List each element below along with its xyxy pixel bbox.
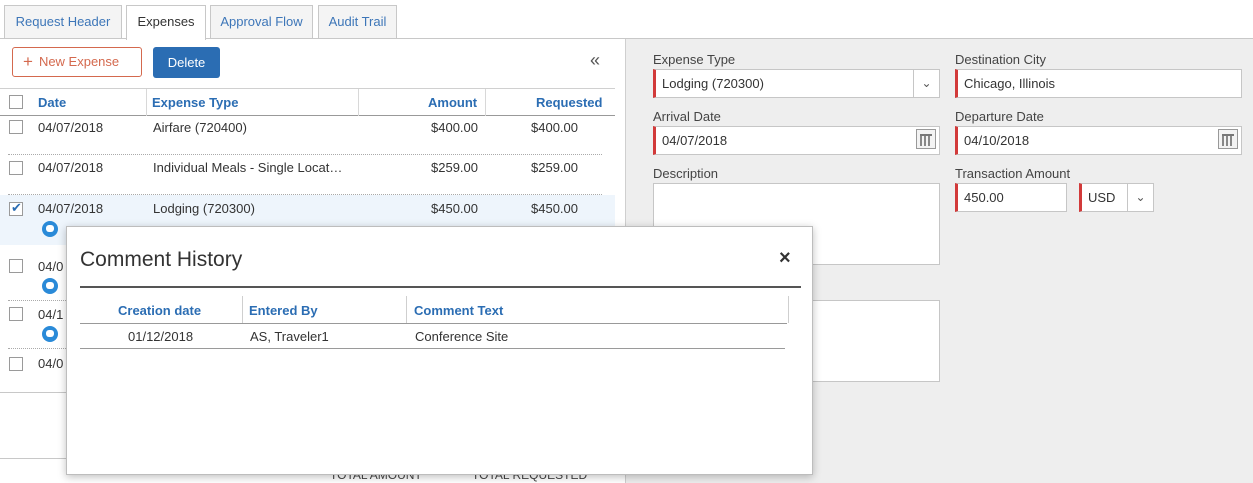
expense-type-label: Expense Type: [653, 52, 736, 67]
row-checkbox[interactable]: [9, 259, 23, 273]
expense-grid-header: Date Expense Type Amount Requested: [0, 88, 615, 116]
destination-city-label: Destination City: [955, 52, 1047, 67]
row-date: 04/07/2018: [38, 201, 104, 216]
column-divider: [485, 89, 486, 116]
comment-text: Conference Site: [415, 329, 509, 344]
column-divider: [242, 296, 243, 323]
expense-type-value: Lodging (720300): [662, 76, 764, 91]
tab-request-header[interactable]: Request Header: [4, 5, 122, 39]
row-date: 04/1: [38, 307, 64, 322]
tab-audit-trail[interactable]: Audit Trail: [318, 5, 397, 39]
comment-entered-by: AS, Traveler1: [250, 329, 329, 344]
row-amount: $259.00: [431, 160, 478, 175]
comment-icon[interactable]: [42, 278, 58, 294]
tab-bar: Request Header Expenses Approval Flow Au…: [0, 0, 1253, 40]
column-divider: [358, 89, 359, 116]
column-divider: [406, 296, 407, 323]
chevron-down-icon[interactable]: ⌄: [1127, 184, 1153, 211]
row-date: 04/07/2018: [38, 160, 104, 175]
chevron-down-icon[interactable]: ⌄: [913, 70, 939, 97]
delete-button[interactable]: Delete: [153, 47, 220, 78]
currency-value: USD: [1088, 190, 1116, 205]
destination-city-input[interactable]: Chicago, Illinois: [955, 69, 1242, 98]
row-date: 04/0: [38, 259, 64, 274]
expense-row[interactable]: 04/07/2018 Airfare (720400) $400.00 $400…: [0, 117, 615, 155]
tab-expenses[interactable]: Expenses: [126, 5, 206, 40]
row-checkbox[interactable]: [9, 307, 23, 321]
row-date: 04/0: [38, 356, 64, 371]
expense-row[interactable]: 04/07/2018 Individual Meals - Single Loc…: [0, 155, 615, 194]
row-checkbox-checked[interactable]: [9, 200, 23, 216]
row-expense-type: Lodging (720300): [153, 201, 255, 216]
column-header-expense-type[interactable]: Expense Type: [152, 95, 238, 110]
currency-select[interactable]: USD ⌄: [1079, 183, 1154, 212]
departure-date-input[interactable]: 04/10/2018: [955, 126, 1242, 155]
close-icon[interactable]: ×: [779, 247, 791, 270]
column-divider: [146, 89, 147, 116]
dialog-title-rule: [80, 286, 801, 288]
column-header-requested[interactable]: Requested: [536, 95, 602, 110]
arrival-date-input[interactable]: 04/07/2018: [653, 126, 940, 155]
comment-icon[interactable]: [42, 326, 58, 342]
description-label: Description: [653, 166, 719, 181]
header-underline: [80, 323, 787, 324]
departure-date-label: Departure Date: [955, 109, 1044, 124]
row-checkbox[interactable]: [9, 161, 23, 175]
comment-history-dialog: Comment History × Creation date Entered …: [66, 226, 813, 475]
row-checkbox[interactable]: [9, 120, 23, 134]
column-header-amount[interactable]: Amount: [428, 95, 477, 110]
collapse-panel-icon[interactable]: «: [590, 50, 600, 71]
new-expense-label: New Expense: [38, 54, 120, 69]
select-all-checkbox[interactable]: [9, 95, 23, 109]
column-header-comment-text[interactable]: Comment Text: [414, 303, 503, 318]
row-requested: $400.00: [531, 120, 578, 135]
row-requested: $450.00: [531, 201, 578, 216]
column-header-date[interactable]: Date: [38, 95, 66, 110]
transaction-amount-input[interactable]: 450.00: [955, 183, 1067, 212]
row-amount: $450.00: [431, 201, 478, 216]
row-expense-type: Airfare (720400): [153, 120, 247, 135]
calendar-icon[interactable]: [1218, 129, 1238, 149]
row-underline: [80, 348, 785, 349]
tab-approval-flow[interactable]: Approval Flow: [210, 5, 313, 39]
calendar-icon[interactable]: [916, 129, 936, 149]
row-date: 04/07/2018: [38, 120, 104, 135]
column-header-creation-date[interactable]: Creation date: [118, 303, 201, 318]
expense-type-select[interactable]: Lodging (720300) ⌄: [653, 69, 940, 98]
arrival-date-label: Arrival Date: [653, 109, 721, 124]
new-expense-button[interactable]: + New Expense: [12, 47, 142, 77]
row-amount: $400.00: [431, 120, 478, 135]
transaction-amount-label: Transaction Amount: [955, 166, 1071, 181]
column-divider: [788, 296, 789, 323]
transaction-amount-value: 450.00: [964, 190, 1004, 205]
row-expense-type: Individual Meals - Single Locat…: [153, 160, 343, 175]
column-header-entered-by[interactable]: Entered By: [249, 303, 318, 318]
dialog-title: Comment History: [80, 248, 243, 271]
destination-city-value: Chicago, Illinois: [964, 76, 1056, 91]
arrival-date-value: 04/07/2018: [662, 133, 728, 148]
departure-date-value: 04/10/2018: [964, 133, 1030, 148]
comment-icon[interactable]: [42, 221, 58, 237]
row-requested: $259.00: [531, 160, 578, 175]
row-checkbox[interactable]: [9, 357, 23, 371]
plus-icon: +: [23, 52, 33, 71]
comment-creation-date: 01/12/2018: [128, 329, 194, 344]
